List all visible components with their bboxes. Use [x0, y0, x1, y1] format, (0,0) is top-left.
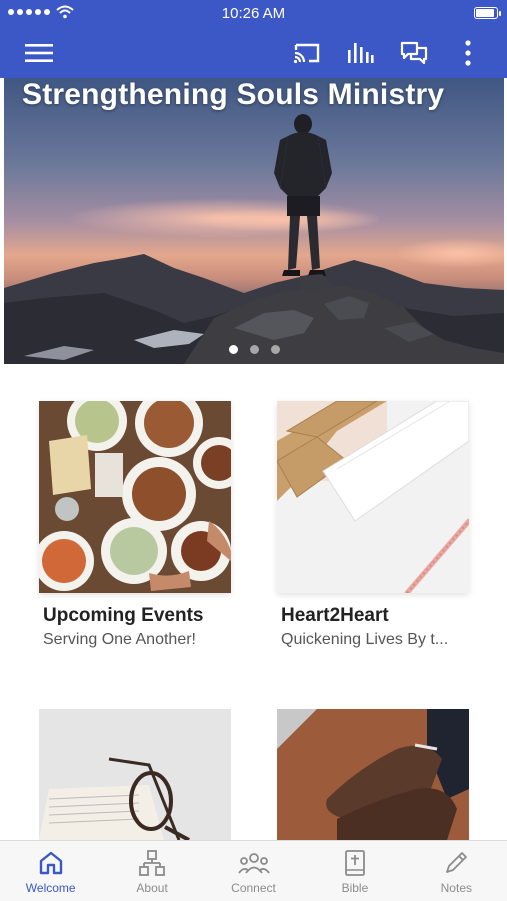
- card-subtitle: Quickening Lives By t...: [281, 631, 449, 648]
- card-image-glasses: [39, 709, 231, 840]
- audio-bars-icon[interactable]: [345, 38, 375, 68]
- status-bar: 10:26 AM: [0, 0, 507, 28]
- more-vert-icon[interactable]: [453, 38, 483, 68]
- card-image-hands: [277, 709, 469, 840]
- carousel-dot[interactable]: [270, 345, 280, 354]
- tab-label: About: [136, 881, 168, 895]
- carousel-dot[interactable]: [228, 345, 238, 354]
- card-bible-study[interactable]: [39, 709, 231, 840]
- org-chart-icon: [139, 850, 166, 876]
- status-time: 10:26 AM: [221, 5, 286, 22]
- pencil-icon: [446, 852, 468, 873]
- card-heart2heart[interactable]: Heart2Heart Quickening Lives By t...: [277, 401, 469, 649]
- tab-label: Notes: [440, 881, 472, 895]
- battery-icon: [474, 7, 501, 19]
- card-image-notebook: [277, 401, 469, 593]
- card-upcoming-events[interactable]: Upcoming Events Serving One Another!: [39, 401, 231, 649]
- card-prayer[interactable]: [277, 709, 469, 840]
- card-image-food: [39, 401, 231, 593]
- tab-about[interactable]: About: [101, 841, 202, 901]
- tab-notes[interactable]: Notes: [406, 841, 507, 901]
- app-bar: [0, 28, 507, 78]
- hero-title: Strengthening Souls Ministry: [22, 78, 445, 111]
- hero-carousel[interactable]: Strengthening Souls Ministry: [4, 78, 504, 364]
- tab-welcome[interactable]: Welcome: [0, 841, 101, 901]
- bible-icon: [345, 850, 365, 876]
- tab-label: Welcome: [25, 881, 76, 895]
- card-subtitle: Serving One Another!: [43, 631, 196, 648]
- tab-label: Connect: [231, 881, 276, 895]
- cast-icon[interactable]: [292, 38, 322, 68]
- home-icon: [39, 851, 62, 875]
- card-title: Upcoming Events: [43, 605, 204, 626]
- people-icon: [237, 853, 270, 874]
- chat-icon[interactable]: [399, 38, 429, 68]
- carousel-indicator: [4, 345, 504, 354]
- hero-image: [4, 114, 504, 364]
- menu-icon[interactable]: [24, 38, 54, 68]
- bottom-navigation: Welcome About Connect Bible Notes: [0, 840, 507, 901]
- tab-bible[interactable]: Bible: [304, 841, 405, 901]
- tab-label: Bible: [341, 881, 369, 895]
- carousel-dot[interactable]: [249, 345, 259, 354]
- card-title: Heart2Heart: [281, 605, 389, 626]
- tab-connect[interactable]: Connect: [203, 841, 304, 901]
